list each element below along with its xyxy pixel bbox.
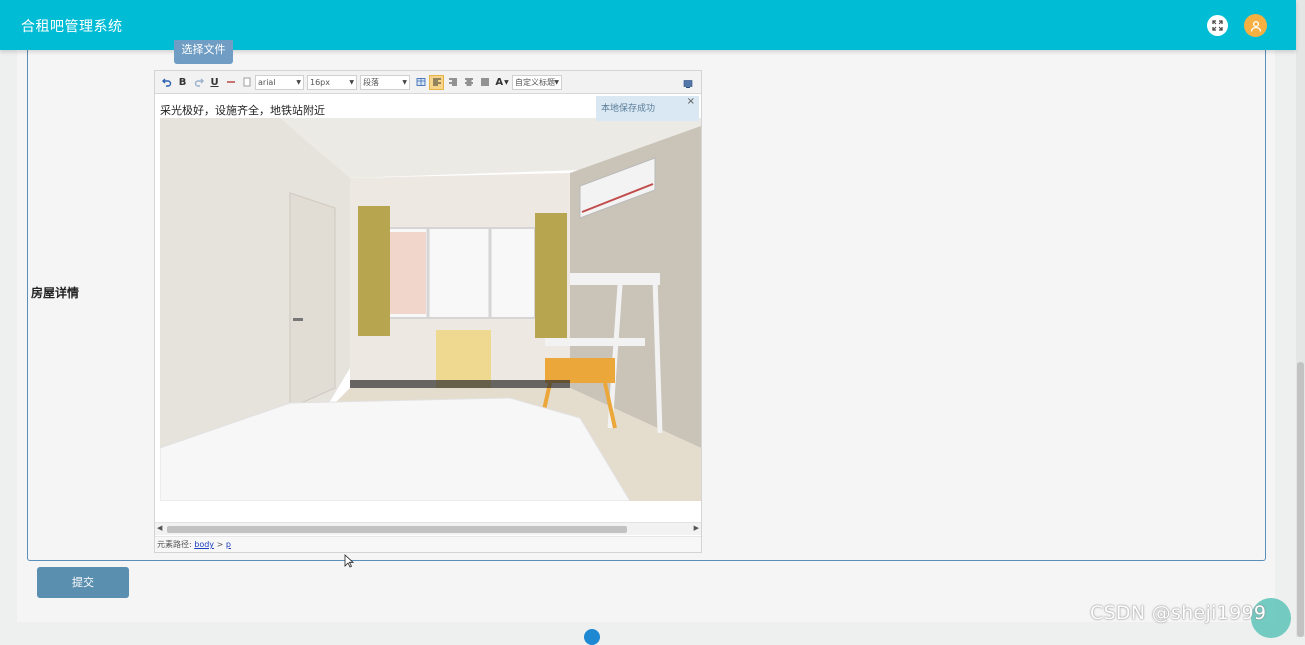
choose-file-button[interactable]: 选择文件 [174,40,233,64]
close-icon[interactable]: × [687,89,695,115]
align-justify-icon[interactable] [477,75,492,90]
room-photo [159,118,701,502]
bold-button[interactable]: B [175,75,190,90]
editor-paragraph: 采光极好，设施齐全，地铁站附近 [160,104,325,117]
font-family-select[interactable]: arial ▼ [255,74,304,90]
editor-content[interactable]: 采光极好，设施齐全，地铁站附近 [159,95,701,525]
element-path-label: 元素路径: [157,540,192,549]
align-center-icon[interactable] [461,75,476,90]
chevron-down-icon: ▼ [504,78,509,86]
paragraph-value: 段落 [363,77,379,87]
csdn-watermark: CSDN @sheji1999 [1090,602,1267,624]
fullscreen-icon[interactable] [1207,15,1228,36]
house-detail-label: 房屋详情 [31,286,80,300]
font-color-button[interactable]: A ▼ [493,75,511,90]
page-icon[interactable] [239,75,254,90]
font-color-label: A [495,76,504,88]
toast-message: 本地保存成功 [601,104,656,114]
horizontal-rule-icon[interactable] [223,75,238,90]
editor-horizontal-scrollbar[interactable]: ◀ ▶ [155,522,701,535]
align-right-icon[interactable] [445,75,460,90]
chevron-down-icon: ▼ [296,78,301,86]
custom-title-value: 自定义标题 [515,77,555,87]
mouse-cursor-icon [344,554,354,568]
local-save-toast: 本地保存成功 × [596,96,699,121]
page-indicator-dot [584,629,600,645]
undo-icon[interactable] [159,75,174,90]
chevron-down-icon: ▼ [554,78,559,86]
element-path-bar: 元素路径: body > p [155,536,701,552]
user-avatar-icon[interactable] [1244,14,1267,37]
page-scrollbar-thumb[interactable] [1297,362,1304,637]
font-size-value: 16px [310,77,330,87]
chevron-down-icon: ▼ [402,78,407,86]
submit-button[interactable]: 提交 [37,567,129,598]
scroll-right-icon[interactable]: ▶ [694,524,699,532]
font-size-select[interactable]: 16px ▼ [307,74,357,90]
scroll-left-icon[interactable]: ◀ [157,524,162,532]
redo-icon[interactable] [191,75,206,90]
custom-title-select[interactable]: 自定义标题 ▼ [512,74,562,90]
path-link-body[interactable]: body [194,540,214,549]
rich-text-editor[interactable]: B U arial ▼ 16px ▼ 段落 ▼ A ▼ 自定义标题 ▼ 采光极好… [154,70,702,553]
editor-scrollbar-thumb[interactable] [167,526,627,533]
app-title: 合租吧管理系统 [21,19,123,35]
table-icon[interactable] [413,75,428,90]
chevron-down-icon: ▼ [349,78,354,86]
editor-toolbar: B U arial ▼ 16px ▼ 段落 ▼ A ▼ 自定义标题 ▼ [155,71,701,94]
font-family-value: arial [258,77,276,87]
paragraph-select[interactable]: 段落 ▼ [360,74,410,90]
align-left-icon[interactable] [429,74,444,90]
path-separator: > [216,540,224,549]
underline-button[interactable]: U [207,75,222,90]
path-link-p[interactable]: p [226,540,231,549]
